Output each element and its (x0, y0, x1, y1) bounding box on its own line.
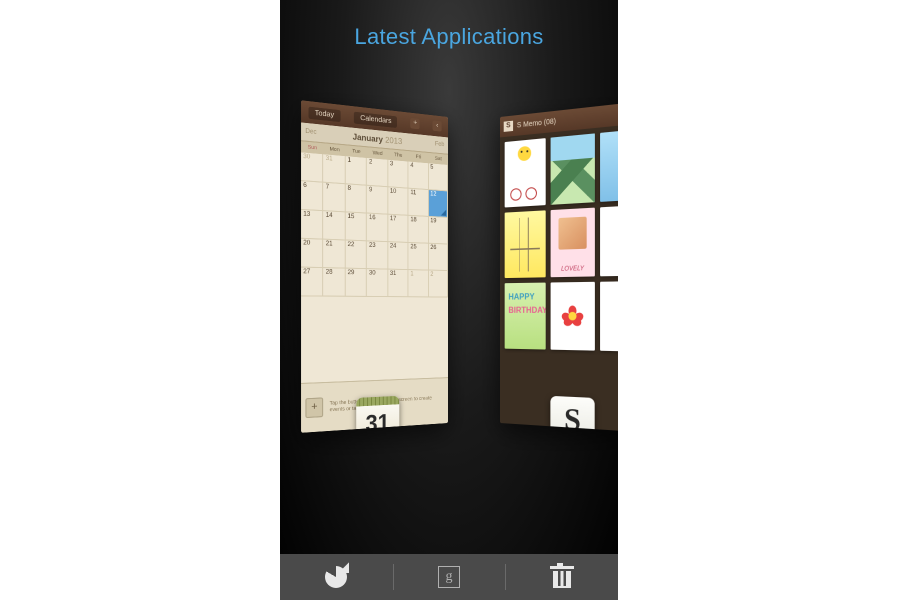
memo-icon: S (551, 396, 595, 433)
memo-note: HAPPYBIRTHDAY (505, 283, 546, 350)
prev-month-label: Dec (305, 128, 316, 136)
memo-title: S Memo (08) (517, 118, 556, 129)
planner-back-icon: ‹ (433, 120, 442, 131)
google-icon: g (438, 566, 460, 588)
next-month-label: Feb (435, 141, 444, 148)
pie-chart-icon (325, 566, 347, 588)
memo-note (600, 281, 618, 352)
calendar-icon: 31 (356, 396, 399, 433)
memo-note (551, 282, 595, 351)
planner-add-icon: + (410, 118, 419, 129)
memo-app-icon: S (504, 121, 513, 132)
memo-grid: LOVELY HAPPYBIRTHDAY (500, 122, 618, 432)
trash-icon (552, 566, 572, 588)
planner-grid: 3031123456789101112131415161718192021222… (301, 152, 448, 297)
planner-footer-add-icon: + (305, 397, 323, 418)
planner-tab-calendars: Calendars (354, 111, 397, 127)
recent-app-card-splanner[interactable]: Today Calendars + ‹ Dec January 2013 Feb… (301, 100, 448, 433)
task-manager-button[interactable] (280, 554, 393, 600)
memo-note (505, 210, 546, 278)
memo-note (551, 133, 595, 204)
recent-apps-screen: Latest Applications Today Calendars + ‹ … (280, 0, 618, 600)
app-icon-smemo[interactable]: S S Memo (548, 396, 597, 433)
memo-note (600, 205, 618, 277)
memo-note (600, 128, 618, 201)
recent-apps-carousel[interactable]: Today Calendars + ‹ Dec January 2013 Feb… (280, 120, 618, 500)
recent-app-card-smemo[interactable]: S S Memo (08) + LOVELY HAPPYBIRTHDAY S S… (500, 100, 618, 433)
memo-note: LOVELY (551, 208, 595, 278)
clear-all-button[interactable] (505, 554, 618, 600)
screen-title: Latest Applications (280, 24, 618, 50)
planner-tab-today: Today (308, 106, 340, 121)
memo-note (505, 138, 546, 207)
google-button[interactable]: g (393, 554, 506, 600)
month-label: January 2013 (353, 131, 403, 145)
bottom-toolbar: g (280, 554, 618, 600)
app-icon-splanner[interactable]: 31 S Planner (349, 396, 405, 433)
